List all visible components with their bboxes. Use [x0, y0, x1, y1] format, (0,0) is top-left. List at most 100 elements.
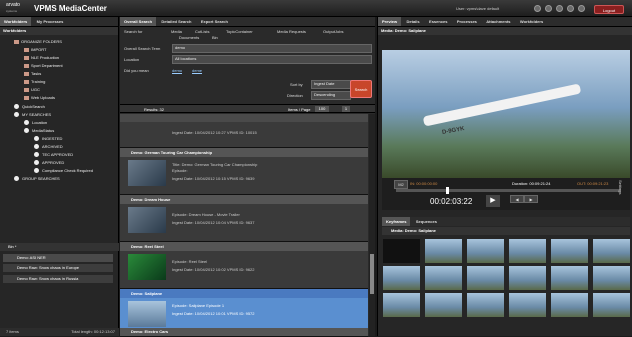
keyframe-thumb[interactable] [593, 239, 630, 263]
keyframe-thumb[interactable] [425, 266, 462, 290]
tree-tec-approved[interactable]: TEC APPROVED [34, 152, 73, 158]
sort-by-label: Sort by [290, 82, 303, 87]
tree-archived[interactable]: ARCHIVED [34, 144, 63, 150]
page-number[interactable]: 1 [342, 106, 350, 112]
tab-details[interactable]: Details [403, 17, 424, 26]
tree-location[interactable]: Location [24, 120, 47, 126]
keyframe-thumb[interactable] [551, 266, 588, 290]
bin-item[interactable]: Demo Raw: Snow chaos in Europe [3, 264, 113, 272]
scrollbar-thumb[interactable] [370, 254, 374, 294]
tab-workfolders[interactable]: Workfolders [0, 17, 32, 26]
refresh-icon[interactable] [556, 5, 563, 12]
globe-icon[interactable] [578, 5, 585, 12]
play-button[interactable]: ▶ [486, 195, 500, 207]
tree-ingested[interactable]: INGESTED [34, 136, 62, 142]
option-documents[interactable]: Documents [179, 35, 199, 40]
keyframe-thumb[interactable] [425, 293, 462, 317]
keyframe-thumb[interactable] [467, 239, 504, 263]
keyframe-thumb[interactable] [509, 266, 546, 290]
tab-keyframes[interactable]: Keyframes [382, 217, 411, 226]
option-cutlists[interactable]: CutLists [195, 29, 209, 34]
m2-button[interactable]: M2 [394, 180, 408, 189]
result-meta: Episode: Dream House - Movie Trailer [172, 212, 240, 217]
tree-tasks[interactable]: Tasks [24, 71, 41, 76]
sort-by-select[interactable]: Ingest Date [311, 80, 351, 89]
suggestion-link[interactable]: demo [172, 68, 182, 73]
keyframe-thumb[interactable] [593, 266, 630, 290]
keyframe-thumb[interactable] [551, 293, 588, 317]
preview-header: Media: Demo: Sailplane [378, 27, 632, 35]
keyframe-thumb[interactable] [467, 293, 504, 317]
items-per-page-select[interactable]: 100 [315, 106, 329, 112]
left-tabs: Workfolders My Processes [0, 17, 118, 27]
keyframe-thumb[interactable] [383, 293, 420, 317]
keyframe-thumb[interactable] [467, 266, 504, 290]
total-length: Total length: 00:12:13:07 [71, 329, 115, 334]
plane-registration: D-9GYK [441, 126, 466, 136]
tab-essences[interactable]: Essences [425, 17, 451, 26]
bin-item[interactable]: Demo: ASI NER [3, 254, 113, 262]
tree-web-uploads[interactable]: Web Uploads [24, 95, 55, 100]
tree-quicksearch[interactable]: QuickSearch [14, 104, 45, 110]
tree-approved[interactable]: APPROVED [34, 160, 64, 166]
option-media-requests[interactable]: Media Requests [277, 29, 306, 34]
result-item[interactable]: Demo: German Touring Car Championship Ti… [120, 148, 368, 195]
tree-mediastatus[interactable]: MediaStatus [24, 128, 54, 134]
keyframe-thumb[interactable] [551, 239, 588, 263]
result-title: Demo: Dream House [131, 197, 171, 202]
tab-attachments[interactable]: Attachments [482, 17, 514, 26]
next-frame-button[interactable]: ▶ [524, 195, 538, 203]
settings-label[interactable]: Settings [618, 180, 623, 194]
tab-workfolders[interactable]: Workfolders [516, 17, 547, 26]
tree-compliance-check[interactable]: Compliance Check Required [34, 168, 93, 174]
tab-processes[interactable]: Processes [453, 17, 481, 26]
info-icon[interactable] [567, 5, 574, 12]
tree-sport-department[interactable]: Sport Department [24, 63, 63, 68]
bin-item[interactable]: Demo Raw: Snow chaos in Russia [3, 275, 113, 283]
result-item[interactable]: Demo: Dream House Episode: Dream House -… [120, 195, 368, 242]
tab-sequences[interactable]: Sequences [412, 217, 441, 226]
tree-ugc[interactable]: UGC [24, 87, 40, 92]
keyframe-thumb[interactable] [383, 239, 420, 263]
suggestion-link[interactable]: deme [192, 68, 202, 73]
results-scrollbar[interactable] [369, 114, 375, 336]
keyframe-thumb[interactable] [593, 293, 630, 317]
search-tabs: Overall Search Detailed Search Export Se… [120, 17, 375, 27]
video-player[interactable]: D-9GYK [382, 50, 630, 178]
option-topiccontainer[interactable]: TopicContainer [226, 29, 253, 34]
search-button[interactable]: Search [350, 80, 372, 98]
timeline-track[interactable] [396, 187, 621, 194]
search-term-input[interactable]: demo [172, 44, 372, 53]
result-item[interactable]: Demo: Reel Steel Episode: Reel Steel Ing… [120, 242, 368, 289]
help-icon[interactable] [534, 5, 541, 12]
tree-organize-folders[interactable]: ORGANIZE FOLDERS [14, 39, 62, 44]
keyframe-thumb[interactable] [509, 239, 546, 263]
tab-preview[interactable]: Preview [378, 17, 402, 26]
tab-export-search[interactable]: Export Search [197, 17, 232, 26]
direction-select[interactable]: Descending [311, 91, 351, 100]
logout-button[interactable]: Logout [594, 5, 624, 14]
tab-detailed-search[interactable]: Detailed Search [157, 17, 195, 26]
keyframe-thumb[interactable] [425, 239, 462, 263]
option-bin[interactable]: Bin [212, 35, 218, 40]
tree-import[interactable]: IMPORT [24, 47, 46, 52]
playhead[interactable] [446, 187, 449, 194]
tree-group-searches[interactable]: GROUP SEARCHES [14, 176, 60, 182]
settings-icon[interactable] [545, 5, 552, 12]
keyframes-header: Media: Demo: Sailplane [382, 227, 630, 235]
tree-training[interactable]: Training [24, 79, 45, 84]
result-item[interactable]: Ingest Date: 10/04/2012 10:27 VPMS ID: 1… [120, 122, 368, 148]
keyframe-thumb[interactable] [509, 293, 546, 317]
option-outputjobs[interactable]: OutputJobs [323, 29, 343, 34]
tab-my-processes[interactable]: My Processes [33, 17, 68, 26]
workfolders-header: Workfolders [0, 27, 118, 35]
duration: Duration: 00:09:21:24 [512, 181, 551, 186]
tab-overall-search[interactable]: Overall Search [120, 17, 157, 26]
tree-my-searches[interactable]: MY SEARCHES [14, 112, 51, 118]
keyframe-thumb[interactable] [383, 266, 420, 290]
option-media[interactable]: Media [171, 29, 182, 34]
location-select[interactable]: All locations [172, 55, 372, 64]
prev-frame-button[interactable]: ◀ [510, 195, 524, 203]
tree-nle-production[interactable]: NLE Production [24, 55, 59, 60]
result-item-selected[interactable]: Demo: Sailplane Episode: Sailplane Episo… [120, 289, 368, 329]
